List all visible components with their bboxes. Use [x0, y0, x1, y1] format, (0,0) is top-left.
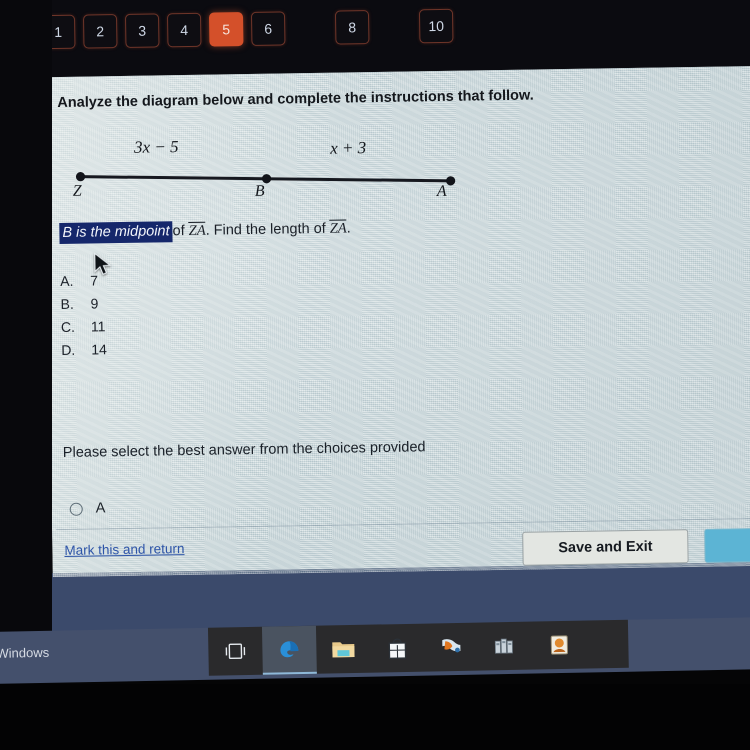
- status-label: Active: [158, 0, 201, 1]
- choice-letter: B.: [60, 295, 74, 312]
- question-nav-button-8[interactable]: 8: [334, 10, 370, 45]
- statement-after-highlight: of: [172, 222, 189, 240]
- start-label[interactable]: Windows: [0, 645, 49, 661]
- stage-label: Pre-Test: [58, 0, 115, 3]
- question-nav-button-3[interactable]: 3: [124, 13, 160, 48]
- app-icon-5[interactable]: [478, 622, 533, 671]
- point-label-a: A: [436, 182, 447, 201]
- photographed-screen: Pre-Test Active 123456810: [0, 0, 750, 750]
- question-nav-button-2[interactable]: 2: [82, 14, 118, 49]
- answer-choice-list: A. 7 B. 9 C. 11 D. 14: [60, 272, 107, 365]
- question-prompt: Analyze the diagram below and complete t…: [57, 87, 534, 112]
- choice-value: 14: [91, 341, 107, 358]
- next-button[interactable]: [704, 527, 750, 563]
- statement-end: .: [346, 220, 351, 237]
- monitor-screen: Pre-Test Active 123456810: [0, 0, 750, 694]
- left-segment-expression: 3x − 5: [133, 137, 179, 157]
- question-nav-button-4[interactable]: 4: [166, 12, 202, 48]
- answer-choice[interactable]: C. 11: [61, 318, 107, 342]
- app-icon-6[interactable]: [532, 621, 587, 670]
- choice-letter: A.: [60, 272, 74, 289]
- point-label-b: B: [254, 182, 265, 200]
- mouse-cursor: [94, 252, 112, 283]
- point-label-z: Z: [72, 182, 82, 200]
- segment-notation-2: ZA: [329, 219, 347, 237]
- choice-value: 11: [90, 318, 106, 335]
- question-number-nav[interactable]: 1 2 3 4 5 6 8 10: [40, 8, 461, 50]
- radio-button-a[interactable]: [69, 502, 83, 516]
- file-explorer-icon[interactable]: [316, 625, 371, 674]
- save-and-exit-button[interactable]: Save and Exit: [522, 529, 689, 566]
- choice-letter: D.: [61, 341, 76, 358]
- question-nav-button-6[interactable]: 6: [250, 11, 286, 46]
- question-nav-button-10[interactable]: 10: [418, 8, 454, 44]
- answer-radio-row[interactable]: A: [69, 500, 106, 517]
- question-statement: B is the midpoint of ZA. Find the length …: [59, 219, 351, 244]
- footer-divider: [56, 518, 750, 531]
- segment-notation-1: ZA: [188, 221, 206, 239]
- statement-middle: . Find the length of: [205, 220, 330, 239]
- screen-bezel-bottom: [0, 684, 750, 750]
- microsoft-store-icon[interactable]: [370, 624, 425, 673]
- screen-bezel-left: [0, 0, 52, 640]
- mark-and-return-link[interactable]: Mark this and return: [64, 541, 184, 558]
- answer-choice[interactable]: B. 9: [60, 295, 106, 319]
- question-nav-gap: [293, 11, 328, 46]
- taskbar-icon-strip[interactable]: [207, 619, 629, 676]
- test-status-row: Pre-Test Active: [58, 0, 202, 3]
- question-nav-button-5[interactable]: 5: [208, 12, 244, 47]
- question-content-panel: Analyze the diagram below and complete t…: [44, 65, 750, 578]
- segment-graphic: [75, 172, 456, 186]
- task-view-icon[interactable]: [208, 627, 263, 676]
- choice-letter: C.: [60, 318, 76, 335]
- line-segment-diagram: 3x − 5 x + 3 Z B A: [58, 132, 489, 219]
- selected-text-highlight[interactable]: B is the midpoint: [59, 221, 173, 244]
- edge-browser-icon[interactable]: [261, 625, 317, 675]
- radio-label-a: A: [95, 500, 106, 517]
- answer-choice[interactable]: D. 14: [61, 341, 107, 365]
- choice-value: 9: [90, 295, 99, 312]
- app-icon-4[interactable]: [424, 623, 479, 672]
- selection-instruction: Please select the best answer from the c…: [62, 439, 426, 461]
- question-nav-gap: [377, 9, 412, 44]
